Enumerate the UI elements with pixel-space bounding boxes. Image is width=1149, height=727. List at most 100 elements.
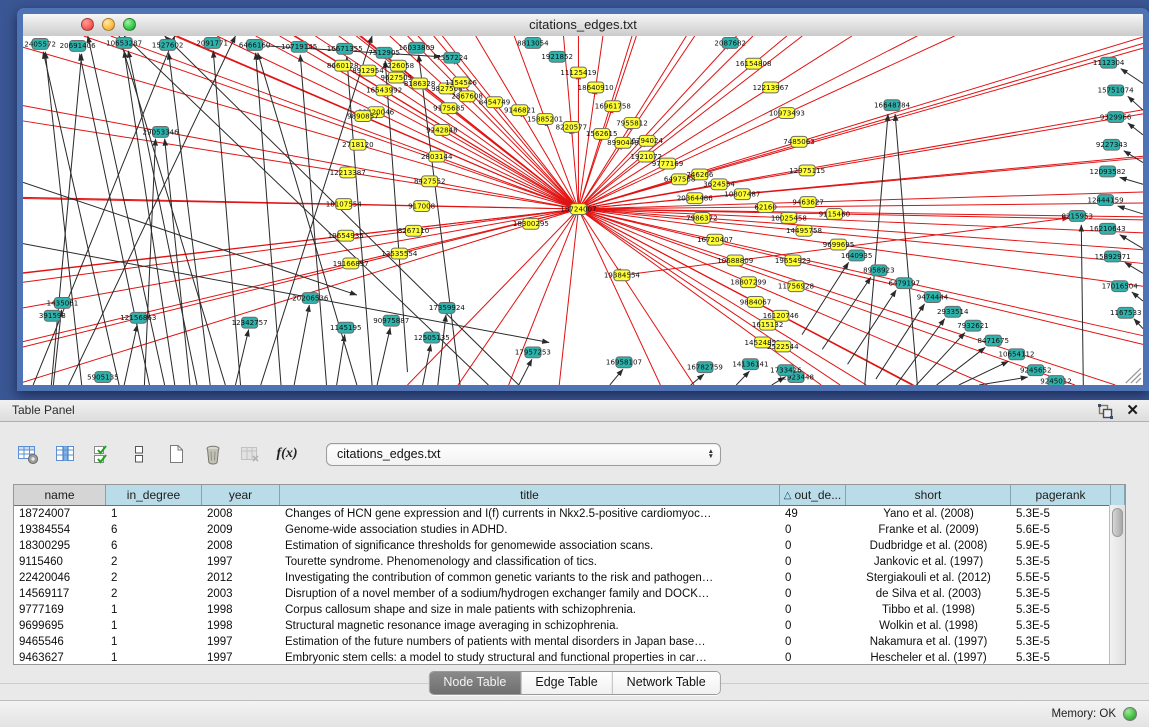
- graph-node[interactable]: 1562615: [586, 128, 618, 139]
- graph-node[interactable]: 16543992: [366, 85, 402, 96]
- graph-node[interactable]: 15892971: [1095, 251, 1131, 262]
- graph-node[interactable]: 12213967: [753, 82, 789, 93]
- graph-node[interactable]: 12093582: [1090, 166, 1126, 177]
- cell-name[interactable]: 9777169: [14, 604, 106, 616]
- graph-node[interactable]: 2933514: [937, 306, 969, 317]
- cell-in_degree[interactable]: 2: [106, 588, 202, 600]
- cell-out_degree[interactable]: 0: [780, 604, 846, 616]
- cell-year[interactable]: 2008: [202, 540, 280, 552]
- graph-node[interactable]: 1154546: [445, 77, 477, 88]
- graph-node[interactable]: 7512905: [368, 47, 400, 58]
- cell-in_degree[interactable]: 1: [106, 620, 202, 632]
- graph-node[interactable]: 17359924: [429, 302, 466, 313]
- cell-year[interactable]: 2012: [202, 572, 280, 584]
- cell-in_degree[interactable]: 1: [106, 636, 202, 648]
- graph-node[interactable]: 20364486: [677, 193, 714, 204]
- cell-title[interactable]: Embryonic stem cells: a model to study s…: [280, 652, 780, 664]
- cell-title[interactable]: Genome-wide association studies in ADHD.: [280, 524, 780, 536]
- graph-node[interactable]: 1527602: [152, 39, 184, 50]
- cell-year[interactable]: 1998: [202, 620, 280, 632]
- graph-node[interactable]: 9463627: [792, 197, 824, 208]
- table-settings-icon[interactable]: [16, 442, 40, 466]
- graph-node[interactable]: 11756928: [778, 281, 814, 292]
- graph-node[interactable]: 9329966: [1100, 112, 1132, 123]
- graph-node[interactable]: 8813054: [517, 37, 549, 48]
- table-row[interactable]: 946554611997Estimation of the future num…: [14, 634, 1125, 650]
- graph-node[interactable]: 9242848: [426, 124, 458, 135]
- graph-node[interactable]: 9175685: [433, 103, 465, 114]
- graph-node[interactable]: 19654935: [328, 230, 364, 241]
- graph-node[interactable]: 391593: [39, 310, 66, 321]
- graph-node[interactable]: 1112304: [1093, 57, 1125, 68]
- graph-node[interactable]: 8226058: [383, 60, 415, 71]
- cell-in_degree[interactable]: 1: [106, 604, 202, 616]
- graph-node[interactable]: 2087682: [714, 37, 746, 48]
- cell-in_degree[interactable]: 6: [106, 540, 202, 552]
- cell-name[interactable]: 18724007: [14, 508, 106, 520]
- cell-out_degree[interactable]: 0: [780, 572, 846, 584]
- cell-pagerank[interactable]: 5.3E-5: [1011, 620, 1111, 632]
- close-panel-icon[interactable]: ✕: [1126, 402, 1139, 420]
- graph-node[interactable]: 7485063: [783, 136, 815, 147]
- graph-node[interactable]: 18724007: [560, 204, 596, 215]
- float-panel-icon[interactable]: [1097, 403, 1114, 420]
- graph-node[interactable]: 1921852: [541, 51, 573, 62]
- cell-year[interactable]: 1997: [202, 652, 280, 664]
- table-row[interactable]: 2242004622012Investigating the contribut…: [14, 570, 1125, 586]
- graph-node[interactable]: 7955812: [616, 118, 648, 129]
- graph-node[interactable]: 16958107: [606, 357, 642, 368]
- graph-node[interactable]: 29053346: [143, 126, 180, 137]
- cell-out_degree[interactable]: 49: [780, 508, 846, 520]
- cell-name[interactable]: 18300295: [14, 540, 106, 552]
- cell-pagerank[interactable]: 5.3E-5: [1011, 604, 1111, 616]
- graph-node[interactable]: 1167533: [1110, 307, 1142, 318]
- graph-node[interactable]: 16033809: [399, 42, 435, 53]
- cell-year[interactable]: 2003: [202, 588, 280, 600]
- graph-node[interactable]: 7986372: [686, 212, 718, 223]
- graph-node[interactable]: 11125419: [560, 67, 596, 78]
- cell-pagerank[interactable]: 5.6E-5: [1011, 524, 1111, 536]
- new-document-icon[interactable]: [164, 442, 188, 466]
- graph-node[interactable]: 9777169: [652, 158, 684, 169]
- memory-status-indicator[interactable]: [1123, 707, 1137, 721]
- graph-node[interactable]: 8215953: [1061, 211, 1093, 222]
- graph-node[interactable]: 9884067: [740, 297, 772, 308]
- tab-node-table[interactable]: Node Table: [429, 672, 521, 694]
- graph-node[interactable]: 20206536: [292, 293, 329, 304]
- graph-node[interactable]: 19384554: [604, 270, 641, 281]
- graph-node[interactable]: 9146821: [504, 105, 536, 116]
- graph-node[interactable]: 16671355: [327, 43, 363, 54]
- graph-node[interactable]: 15751074: [1098, 85, 1135, 96]
- tab-edge-table[interactable]: Edge Table: [521, 672, 612, 694]
- graph-node[interactable]: 19166857: [333, 258, 369, 269]
- cell-pagerank[interactable]: 5.3E-5: [1011, 508, 1111, 520]
- graph-node[interactable]: 2522544: [767, 341, 799, 352]
- graph-node[interactable]: 2091771: [196, 37, 228, 48]
- cell-short[interactable]: Franke et al. (2009): [846, 524, 1011, 536]
- network-view-window[interactable]: citations_edges.txt 18724007866012889129…: [17, 8, 1149, 391]
- graph-node[interactable]: 6794024: [631, 135, 663, 146]
- function-builder-icon[interactable]: f(x): [275, 442, 299, 466]
- column-header-pagerank[interactable]: pagerank: [1011, 485, 1111, 505]
- cell-title[interactable]: Disruption of a novel member of a sodium…: [280, 588, 780, 600]
- cell-year[interactable]: 2008: [202, 508, 280, 520]
- graph-node[interactable]: 1145195: [330, 322, 362, 333]
- cell-year[interactable]: 2009: [202, 524, 280, 536]
- cell-name[interactable]: 9463627: [14, 652, 106, 664]
- column-header-title[interactable]: title: [280, 485, 780, 505]
- graph-node[interactable]: 16720407: [697, 234, 733, 245]
- graph-node[interactable]: 10025458: [771, 212, 807, 223]
- graph-node[interactable]: 20691406: [60, 40, 97, 51]
- cell-out_degree[interactable]: 0: [780, 540, 846, 552]
- graph-node[interactable]: 9115460: [819, 209, 851, 220]
- cell-short[interactable]: Stergiakouli et al. (2012): [846, 572, 1011, 584]
- cell-name[interactable]: 22420046: [14, 572, 106, 584]
- graph-node[interactable]: 18107554: [326, 199, 363, 210]
- graph-node[interactable]: 9227343: [1096, 139, 1128, 150]
- graph-node[interactable]: 10973493: [769, 108, 805, 119]
- graph-node[interactable]: 1435061: [47, 298, 79, 309]
- network-table-selector[interactable]: citations_edges.txt ▲▼: [326, 443, 721, 466]
- graph-node[interactable]: 2405572: [24, 38, 56, 49]
- graph-node[interactable]: 13535554: [381, 248, 418, 259]
- cell-in_degree[interactable]: 2: [106, 572, 202, 584]
